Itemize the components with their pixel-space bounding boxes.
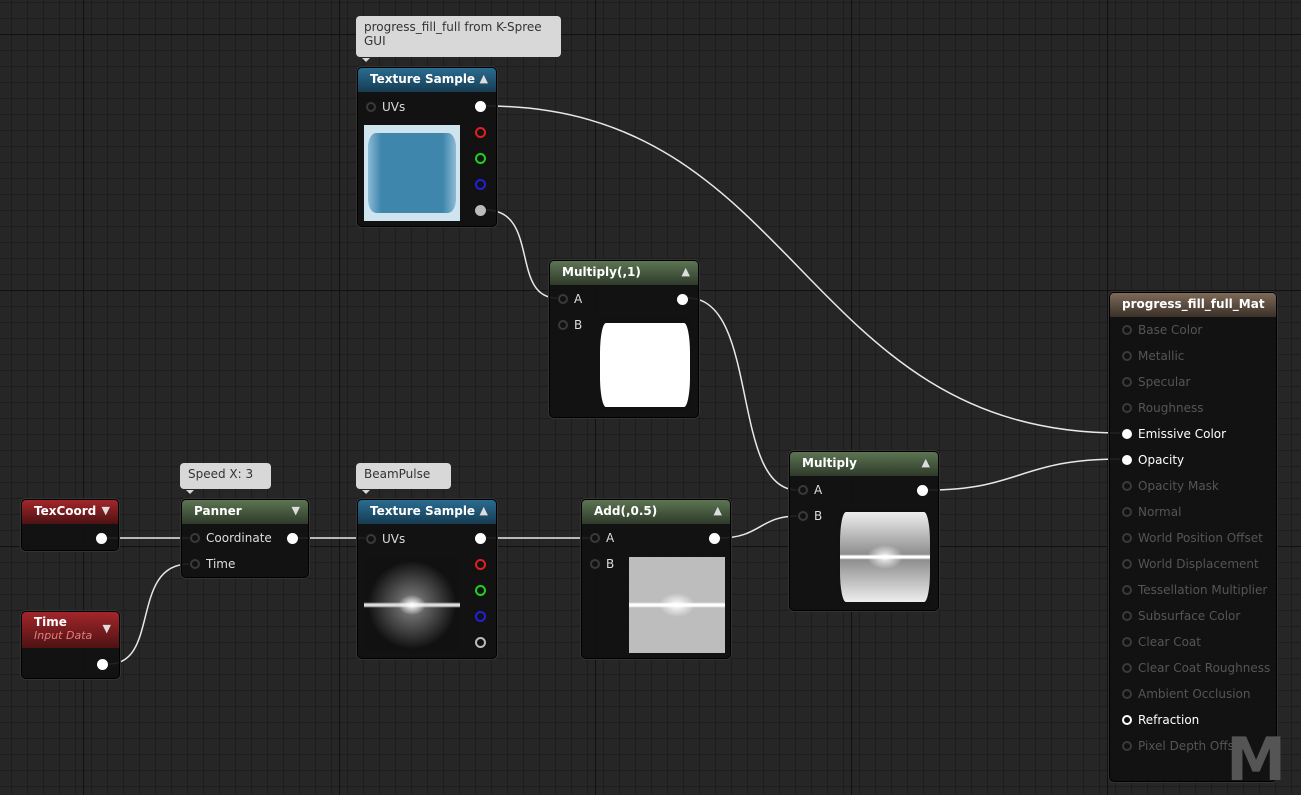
pin-a[interactable]: A bbox=[558, 292, 582, 306]
pin-base-color[interactable]: Base Color bbox=[1122, 323, 1202, 337]
wire-time-to-panner bbox=[108, 563, 190, 665]
pin-uvs[interactable]: UVs bbox=[366, 100, 405, 114]
comment-texture2: BeamPulse bbox=[356, 463, 451, 494]
pin-subsurface-color[interactable]: Subsurface Color bbox=[1122, 609, 1240, 623]
pin-time[interactable]: Time bbox=[190, 557, 235, 571]
node-header[interactable]: Panner ▼ bbox=[182, 500, 308, 524]
pin-alpha[interactable] bbox=[475, 205, 486, 216]
pin-a[interactable]: A bbox=[590, 531, 614, 545]
node-title: Texture Sample bbox=[370, 72, 476, 86]
pin-refraction[interactable]: Refraction bbox=[1122, 713, 1199, 727]
pin-b[interactable]: B bbox=[798, 509, 822, 523]
add-node[interactable]: Add(,0.5) ▲ A B bbox=[581, 499, 731, 659]
texture-preview bbox=[364, 125, 460, 221]
pin-output[interactable] bbox=[677, 294, 688, 305]
pin-roughness[interactable]: Roughness bbox=[1122, 401, 1203, 415]
node-title: Multiply bbox=[802, 456, 857, 470]
collapse-icon[interactable]: ▲ bbox=[480, 504, 488, 517]
dropdown-icon[interactable]: ▼ bbox=[103, 622, 111, 635]
pin-b[interactable] bbox=[475, 611, 486, 622]
panner-node[interactable]: Panner ▼ Coordinate Time bbox=[181, 499, 309, 578]
pin-r[interactable] bbox=[475, 559, 486, 570]
pin-clear-coat-roughness[interactable]: Clear Coat Roughness bbox=[1122, 661, 1270, 675]
pin-specular[interactable]: Specular bbox=[1122, 375, 1190, 389]
add-preview bbox=[629, 557, 725, 653]
node-header[interactable]: Multiply ▲ bbox=[790, 452, 938, 476]
pin-output[interactable] bbox=[97, 659, 108, 670]
pin-emissive-color[interactable]: Emissive Color bbox=[1122, 427, 1226, 441]
pin-metallic[interactable]: Metallic bbox=[1122, 349, 1184, 363]
node-title: Multiply(,1) bbox=[562, 265, 641, 279]
pin-normal[interactable]: Normal bbox=[1122, 505, 1181, 519]
node-header[interactable]: Texture Sample ▲ bbox=[358, 500, 496, 524]
node-title: progress_fill_full_Mat bbox=[1122, 297, 1265, 311]
node-header[interactable]: progress_fill_full_Mat bbox=[1110, 293, 1276, 317]
pin-rgb[interactable] bbox=[475, 101, 486, 112]
material-watermark: M bbox=[1226, 725, 1286, 795]
multiply-preview bbox=[598, 317, 692, 413]
comment-texture1: progress_fill_full from K-Spree GUI bbox=[356, 16, 561, 62]
node-header[interactable]: TexCoord ▼ bbox=[22, 500, 118, 524]
pin-output[interactable] bbox=[917, 485, 928, 496]
wire-multiply1-to-multiply-a bbox=[687, 297, 798, 491]
pin-g[interactable] bbox=[475, 585, 486, 596]
pin-opacity-mask[interactable]: Opacity Mask bbox=[1122, 479, 1219, 493]
pin-tessellation-multiplier[interactable]: Tessellation Multiplier bbox=[1122, 583, 1267, 597]
texture-sample-node-2[interactable]: Texture Sample ▲ UVs bbox=[357, 499, 497, 659]
pin-b[interactable] bbox=[475, 179, 486, 190]
wire-multiply-to-opacity bbox=[927, 458, 1121, 491]
pin-rgb[interactable] bbox=[475, 533, 486, 544]
node-title: Add(,0.5) bbox=[594, 504, 658, 518]
time-node[interactable]: Time Input Data ▼ bbox=[21, 611, 120, 679]
collapse-icon[interactable]: ▲ bbox=[480, 72, 488, 85]
material-result-node[interactable]: progress_fill_full_Mat Base Color Metalli… bbox=[1109, 292, 1286, 795]
pin-output[interactable] bbox=[96, 533, 107, 544]
node-title: Texture Sample bbox=[370, 504, 476, 518]
node-header[interactable]: Add(,0.5) ▲ bbox=[582, 500, 730, 524]
pin-world-displacement[interactable]: World Displacement bbox=[1122, 557, 1259, 571]
multiply-preview bbox=[838, 508, 932, 606]
dropdown-icon[interactable]: ▼ bbox=[292, 504, 300, 517]
wire-add-to-multiply-b bbox=[719, 515, 798, 539]
pin-output[interactable] bbox=[287, 533, 298, 544]
node-header[interactable]: Texture Sample ▲ bbox=[358, 68, 496, 92]
texture-sample-node-1[interactable]: Texture Sample ▲ UVs bbox=[357, 67, 497, 227]
comment-panner: Speed X: 3 bbox=[180, 463, 271, 494]
node-title: Time bbox=[34, 615, 67, 629]
collapse-icon[interactable]: ▲ bbox=[714, 504, 722, 517]
texture-preview bbox=[364, 557, 460, 653]
multiply-node[interactable]: Multiply ▲ A B bbox=[789, 451, 939, 611]
multiply-node-1[interactable]: Multiply(,1) ▲ A B bbox=[549, 260, 699, 418]
pin-b[interactable]: B bbox=[558, 318, 582, 332]
pin-r[interactable] bbox=[475, 127, 486, 138]
pin-g[interactable] bbox=[475, 153, 486, 164]
pin-clear-coat[interactable]: Clear Coat bbox=[1122, 635, 1201, 649]
node-subtitle: Input Data bbox=[34, 629, 93, 642]
pin-world-position-offset[interactable]: World Position Offset bbox=[1122, 531, 1263, 545]
node-header[interactable]: Multiply(,1) ▲ bbox=[550, 261, 698, 285]
node-title: TexCoord bbox=[34, 504, 97, 518]
pin-alpha[interactable] bbox=[475, 637, 486, 648]
pin-ambient-occlusion[interactable]: Ambient Occlusion bbox=[1122, 687, 1250, 701]
pin-uvs[interactable]: UVs bbox=[366, 532, 405, 546]
collapse-icon[interactable]: ▲ bbox=[682, 265, 690, 278]
node-title: Panner bbox=[194, 504, 242, 518]
node-header[interactable]: Time Input Data ▼ bbox=[22, 612, 119, 648]
pin-b[interactable]: B bbox=[590, 557, 614, 571]
pin-opacity[interactable]: Opacity bbox=[1122, 453, 1184, 467]
pin-coordinate[interactable]: Coordinate bbox=[190, 531, 272, 545]
texcoord-node[interactable]: TexCoord ▼ bbox=[21, 499, 119, 551]
collapse-icon[interactable]: ▲ bbox=[922, 456, 930, 469]
pin-a[interactable]: A bbox=[798, 483, 822, 497]
dropdown-icon[interactable]: ▼ bbox=[102, 504, 110, 517]
pin-output[interactable] bbox=[709, 533, 720, 544]
